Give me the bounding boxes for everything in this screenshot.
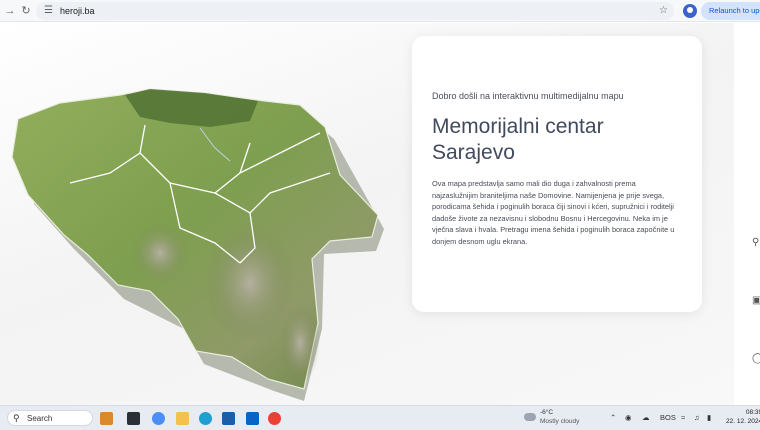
- chevron-up-icon[interactable]: ⌃: [610, 411, 616, 425]
- weather-condition: Mostly cloudy: [540, 418, 580, 425]
- wifi-icon[interactable]: ≈: [681, 411, 685, 425]
- map-mountains-west: [132, 223, 188, 283]
- user-side-icon[interactable]: ◯: [752, 353, 760, 365]
- volume-icon[interactable]: ♫: [694, 411, 700, 425]
- right-panel: [734, 23, 760, 405]
- search-icon: ⚲: [13, 413, 20, 423]
- document-side-icon[interactable]: ▣: [752, 295, 760, 307]
- back-icon[interactable]: →: [2, 3, 18, 19]
- title-line-2: Sarajevo: [432, 141, 515, 164]
- temperature: -6°C: [540, 409, 554, 416]
- welcome-text: Dobro došli na interaktivnu multimedijal…: [432, 91, 624, 101]
- taskbar-search[interactable]: ⚲ Search: [7, 410, 93, 426]
- browser-toolbar: → ↻ ☰ heroji.ba ☆ Relaunch to update: [0, 0, 760, 22]
- page-content: Dobro došli na interaktivnu multimedijal…: [0, 23, 760, 405]
- taskbar-search-label: Search: [27, 414, 53, 423]
- taskbar-app-icon[interactable]: [222, 412, 235, 425]
- page-title: Memorijalni centar Sarajevo: [432, 114, 682, 166]
- file-explorer-icon[interactable]: [176, 412, 189, 425]
- taskbar-app-icon[interactable]: [100, 412, 113, 425]
- onedrive-icon[interactable]: ☁: [642, 411, 650, 425]
- search-side-icon[interactable]: ⚲: [752, 237, 760, 249]
- site-settings-icon[interactable]: ☰: [44, 3, 53, 19]
- bookmark-star-icon[interactable]: ☆: [659, 2, 668, 20]
- reload-icon[interactable]: ↻: [18, 3, 34, 19]
- map-svg[interactable]: [0, 23, 400, 405]
- copilot-icon[interactable]: [152, 412, 165, 425]
- clock-time: 08:39: [745, 409, 760, 416]
- title-line-1: Memorijalni centar: [432, 115, 604, 138]
- tray-app-icon[interactable]: ◉: [625, 411, 632, 425]
- profile-avatar-icon[interactable]: [683, 4, 697, 18]
- description-text: Ova mapa predstavlja samo mali dio duga …: [432, 179, 675, 246]
- clock-date: 22. 12. 2024: [726, 418, 760, 425]
- battery-icon[interactable]: ▮: [707, 411, 711, 425]
- language-indicator[interactable]: BOS: [660, 411, 676, 425]
- bosnia-map[interactable]: [0, 23, 400, 405]
- outlook-icon[interactable]: [246, 412, 259, 425]
- edge-icon[interactable]: [199, 412, 212, 425]
- clock[interactable]: 08:39 22. 12. 2024: [726, 408, 760, 426]
- cloud-icon: [524, 413, 536, 421]
- taskbar-app-icon[interactable]: [127, 412, 140, 425]
- chrome-icon[interactable]: [268, 412, 281, 425]
- relaunch-button[interactable]: Relaunch to update: [701, 2, 760, 20]
- map-mountains-south: [205, 223, 295, 343]
- map-mountains-east: [280, 303, 320, 383]
- address-bar[interactable]: ☰ heroji.ba ☆: [36, 2, 674, 20]
- info-card: Dobro došli na interaktivnu multimedijal…: [412, 36, 702, 312]
- url-text[interactable]: heroji.ba: [60, 2, 95, 20]
- taskbar: ⚲ Search -6°C Mostly cloudy ⌃ ◉ ☁ BOS ≈ …: [0, 405, 760, 430]
